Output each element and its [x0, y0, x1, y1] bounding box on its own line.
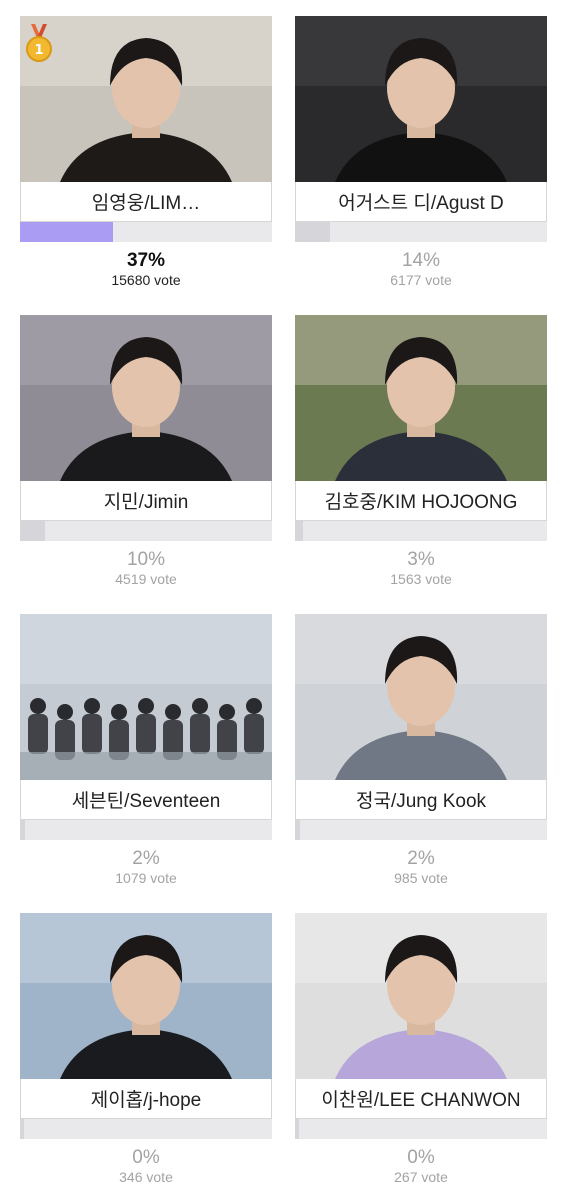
vote-bar-track	[295, 820, 547, 840]
candidate-photo[interactable]	[295, 16, 547, 182]
candidate-name: 어거스트 디/Agust D	[295, 182, 547, 222]
photo-image	[20, 16, 272, 182]
vote-bar-fill	[20, 521, 46, 541]
vote-count: 6177 vote	[390, 272, 452, 288]
photo-image	[20, 614, 272, 780]
candidate-card-6[interactable]: 정국/Jung Kook 2% 985 vote	[295, 614, 547, 900]
candidate-name: 김호중/KIM HOJOONG	[295, 481, 547, 521]
vote-bar-track	[295, 1119, 547, 1139]
vote-count: 15680 vote	[111, 272, 181, 288]
medal-rank: 1	[34, 43, 43, 58]
candidate-card-1[interactable]: 1 임영웅/LIM… 37% 15680 vote	[20, 16, 272, 302]
vote-bar-track	[20, 820, 272, 840]
vote-percent: 0%	[407, 1147, 435, 1168]
vote-count: 1563 vote	[390, 571, 452, 587]
vote-bar-track	[20, 1119, 272, 1139]
candidate-name: 이찬원/LEE CHANWON	[295, 1079, 547, 1119]
vote-percent: 3%	[407, 549, 435, 570]
candidate-photo[interactable]	[20, 913, 272, 1079]
vote-bar-fill	[295, 521, 303, 541]
photo-image	[295, 614, 547, 780]
vote-percent: 0%	[132, 1147, 160, 1168]
candidate-photo[interactable]	[20, 614, 272, 780]
candidate-name: 정국/Jung Kook	[295, 780, 547, 820]
vote-percent: 2%	[132, 848, 160, 869]
candidate-photo[interactable]	[295, 315, 547, 481]
candidate-card-5[interactable]: 세븐틴/Seventeen 2% 1079 vote	[20, 614, 272, 900]
vote-bar-fill	[295, 222, 331, 242]
candidate-name: 임영웅/LIM…	[20, 182, 272, 222]
candidate-card-2[interactable]: 어거스트 디/Agust D 14% 6177 vote	[295, 16, 547, 302]
vote-bar-track	[20, 222, 272, 242]
vote-count: 346 vote	[119, 1169, 173, 1185]
candidate-name: 지민/Jimin	[20, 481, 272, 521]
photo-image	[295, 16, 547, 182]
candidate-name: 세븐틴/Seventeen	[20, 780, 272, 820]
vote-bar-fill	[20, 222, 114, 242]
vote-bar-fill	[20, 820, 26, 840]
medal-icon: 1	[26, 24, 52, 64]
candidate-name: 제이홉/j-hope	[20, 1079, 272, 1119]
vote-count: 267 vote	[394, 1169, 448, 1185]
vote-bar-fill	[295, 1119, 299, 1139]
candidate-card-7[interactable]: 제이홉/j-hope 0% 346 vote	[20, 913, 272, 1199]
candidate-photo[interactable]	[20, 16, 272, 182]
photo-image	[295, 913, 547, 1079]
vote-percent: 10%	[126, 549, 166, 570]
vote-count: 985 vote	[394, 870, 448, 886]
candidate-photo[interactable]	[295, 913, 547, 1079]
vote-bar-track	[295, 521, 547, 541]
vote-percent: 14%	[401, 250, 441, 271]
vote-count: 1079 vote	[115, 870, 177, 886]
vote-bar-fill	[20, 1119, 24, 1139]
vote-bar-fill	[295, 820, 301, 840]
photo-image	[20, 315, 272, 481]
vote-bar-track	[295, 222, 547, 242]
photo-image	[295, 315, 547, 481]
vote-bar-track	[20, 521, 272, 541]
photo-image	[20, 913, 272, 1079]
candidate-photo[interactable]	[295, 614, 547, 780]
candidate-card-4[interactable]: 김호중/KIM HOJOONG 3% 1563 vote	[295, 315, 547, 601]
vote-count: 4519 vote	[115, 571, 177, 587]
candidate-card-3[interactable]: 지민/Jimin 10% 4519 vote	[20, 315, 272, 601]
candidate-photo[interactable]	[20, 315, 272, 481]
vote-percent: 37%	[126, 250, 166, 271]
candidate-card-8[interactable]: 이찬원/LEE CHANWON 0% 267 vote	[295, 913, 547, 1199]
vote-percent: 2%	[407, 848, 435, 869]
